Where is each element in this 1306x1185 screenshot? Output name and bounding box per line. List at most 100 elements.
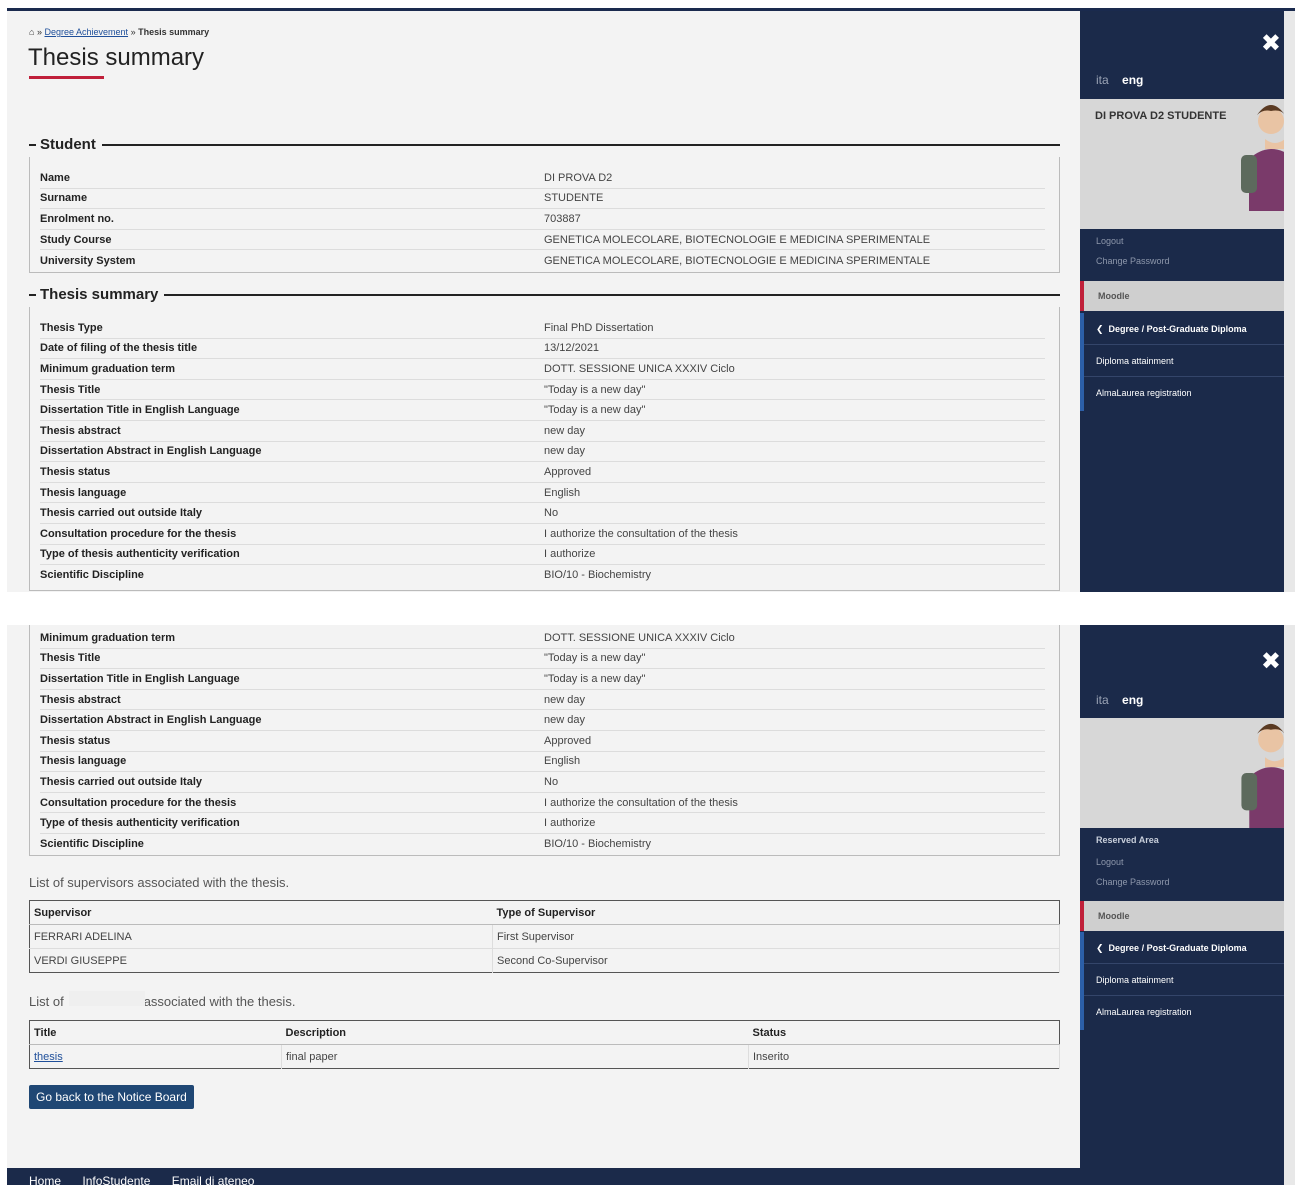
detail-label: Dissertation Title in English Language (40, 672, 240, 685)
col-title: Title (29, 1020, 282, 1045)
table-row: VERDI GIUSEPPE Second Co-Supervisor (29, 948, 1060, 973)
detail-row: University System GENETICA MOLECOLARE, BI… (40, 250, 1045, 271)
detail-row: Minimum graduation term DOTT. SESSIONE UN… (40, 628, 1045, 649)
language-switch: ita eng (1096, 693, 1143, 707)
detail-row: Thesis abstract new day (40, 421, 1045, 442)
home-icon[interactable]: ⌂ (29, 27, 34, 37)
detail-value: 13/12/2021 (544, 342, 600, 355)
detail-label: Thesis abstract (40, 693, 121, 706)
degree-menu-head[interactable]: ❮ Degree / Post-Graduate Diploma (1084, 932, 1295, 964)
detail-value: GENETICA MOLECOLARE, BIOTECNOLOGIE E MED… (544, 233, 931, 246)
detail-value: Approved (544, 734, 592, 747)
close-icon[interactable]: ✖ (1261, 29, 1281, 58)
detail-value: new day (544, 445, 585, 458)
lang-ita-link[interactable]: ita (1096, 73, 1109, 87)
detail-label: Scientific Discipline (40, 838, 144, 851)
detail-label: Surname (40, 192, 88, 205)
scrollbar[interactable] (1284, 11, 1295, 592)
page-title: Thesis summary (28, 44, 205, 71)
detail-value: BIO/10 - Biochemistry (544, 569, 651, 582)
detail-row: Minimum graduation term DOTT. SESSIONE UN… (40, 359, 1045, 380)
logout-link[interactable]: Logout (1096, 236, 1124, 246)
detail-label: Name (40, 171, 70, 184)
menu-almalaurea[interactable]: AlmaLaurea registration (1084, 996, 1295, 1028)
footer-email-link[interactable]: Email di ateneo (172, 1174, 255, 1185)
detail-value: new day (544, 424, 585, 437)
detail-row: Name DI PROVA D2 (40, 168, 1045, 189)
detail-row: Thesis Title "Today is a new day" (40, 380, 1045, 401)
detail-label: Thesis abstract (40, 424, 121, 437)
title-underline (29, 76, 104, 79)
detail-value: Final PhD Dissertation (544, 321, 654, 334)
change-password-link[interactable]: Change Password (1096, 877, 1170, 887)
detail-row: Thesis status Approved (40, 731, 1045, 752)
attachment-thesis-link[interactable]: thesis (34, 1051, 63, 1063)
detail-value: No (544, 775, 559, 788)
detail-value: DI PROVA D2 (544, 171, 613, 184)
detail-label: Thesis status (40, 465, 111, 478)
moodle-link[interactable]: Moodle (1080, 281, 1295, 311)
detail-row: Thesis carried out outside Italy No (40, 503, 1045, 524)
detail-value: I authorize (544, 817, 596, 830)
menu-diploma-attainment[interactable]: Diploma attainment (1084, 345, 1295, 377)
detail-value: "Today is a new day" (544, 672, 646, 685)
menu-almalaurea[interactable]: AlmaLaurea registration (1084, 377, 1295, 409)
moodle-link[interactable]: Moodle (1080, 901, 1295, 931)
lang-eng-link[interactable]: eng (1122, 73, 1143, 87)
user-name: DI PROVA D2 STUDENTE (1095, 110, 1227, 122)
detail-label: Consultation procedure for the thesis (40, 796, 237, 809)
change-password-link[interactable]: Change Password (1096, 256, 1170, 266)
screenshot-bottom: Minimum graduation term DOTT. SESSIONE UN… (7, 625, 1295, 1185)
student-fieldset: Name DI PROVA D2 Surname STUDENTE Enrolment … (29, 157, 1060, 273)
detail-row: Dissertation Abstract in English Languag… (40, 710, 1045, 731)
chevron-left-icon: ❮ (1096, 324, 1109, 334)
detail-row: Thesis abstract new day (40, 690, 1045, 711)
detail-row: Thesis status Approved (40, 462, 1045, 483)
thesis-fieldset-continued: Minimum graduation term DOTT. SESSIONE UN… (29, 625, 1060, 856)
detail-row: Consultation procedure for the thesis I a… (40, 793, 1045, 814)
detail-value: 703887 (544, 212, 581, 225)
degree-menu-head[interactable]: ❮ Degree / Post-Graduate Diploma (1084, 313, 1295, 345)
detail-label: Type of thesis authenticity verification (40, 548, 240, 561)
table-row: thesis final paper Inserito (29, 1044, 1060, 1069)
detail-label: Date of filing of the thesis title (40, 342, 198, 355)
detail-row: Surname STUDENTE (40, 189, 1045, 210)
detail-row: Type of thesis authenticity verification… (40, 545, 1045, 566)
detail-label: Dissertation Abstract in English Languag… (40, 445, 262, 458)
degree-menu: ❮ Degree / Post-Graduate Diploma Diploma… (1080, 313, 1295, 411)
footer-infostudente-link[interactable]: InfoStudente (82, 1174, 150, 1185)
chevron-left-icon: ❮ (1096, 943, 1109, 953)
student-legend: Student (29, 136, 1060, 153)
detail-label: Thesis carried out outside Italy (40, 507, 202, 520)
table-row: FERRARI ADELINA First Supervisor (29, 924, 1060, 949)
detail-value: "Today is a new day" (544, 652, 646, 665)
close-icon[interactable]: ✖ (1261, 647, 1281, 676)
lang-ita-link[interactable]: ita (1096, 693, 1109, 707)
attachments-table: Title Description Status thesis final pa… (29, 1020, 1060, 1069)
detail-label: Thesis language (40, 755, 127, 768)
detail-label: Minimum graduation term (40, 362, 176, 375)
main-content: ⌂ » Degree Achievement » Thesis summary … (7, 11, 1080, 592)
detail-row: Scientific Discipline BIO/10 - Biochemist… (40, 565, 1045, 586)
lang-eng-link[interactable]: eng (1122, 693, 1143, 707)
detail-row: Thesis language English (40, 752, 1045, 773)
language-switch: ita eng (1096, 73, 1143, 87)
detail-row: Dissertation Title in English Language "T… (40, 400, 1045, 421)
scrollbar[interactable] (1284, 625, 1295, 1185)
detail-value: DOTT. SESSIONE UNICA XXXIV Ciclo (544, 631, 735, 644)
detail-label: Dissertation Title in English Language (40, 404, 240, 417)
user-box: DI PROVA D2 STUDENTE (1080, 99, 1295, 229)
logout-link[interactable]: Logout (1096, 857, 1124, 867)
detail-row: Study Course GENETICA MOLECOLARE, BIOTECN… (40, 230, 1045, 251)
breadcrumb-degree-achievement[interactable]: Degree Achievement (44, 27, 128, 37)
detail-value: English (544, 755, 581, 768)
detail-label: Thesis Title (40, 652, 101, 665)
detail-value: English (544, 486, 581, 499)
footer-home-link[interactable]: Home (29, 1174, 61, 1185)
detail-value: BIO/10 - Biochemistry (544, 838, 651, 851)
back-to-notice-board-button[interactable]: Go back to the Notice Board (29, 1085, 194, 1109)
menu-diploma-attainment[interactable]: Diploma attainment (1084, 964, 1295, 996)
detail-row: Thesis language English (40, 483, 1045, 504)
detail-value: "Today is a new day" (544, 404, 646, 417)
thesis-legend: Thesis summary (29, 286, 1060, 303)
